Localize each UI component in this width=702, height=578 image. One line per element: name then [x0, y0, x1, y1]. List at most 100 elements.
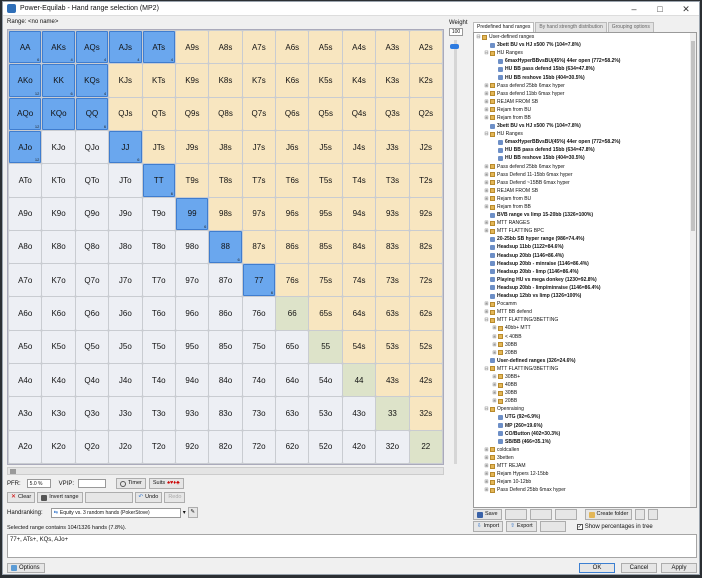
tab-predefined[interactable]: Predefined hand ranges	[473, 22, 535, 32]
save-button[interactable]: Save	[473, 509, 502, 520]
weight-slider-track[interactable]	[454, 40, 457, 464]
tree-folder[interactable]: ⊞ MTT BB defend	[474, 308, 696, 316]
tree-folder[interactable]: ⊟ HU Ranges	[474, 130, 696, 138]
hand-cell-jts[interactable]: JTs	[142, 130, 175, 164]
tree-folder[interactable]: ⊞ MTT FLATTING BPC	[474, 227, 696, 235]
hand-cell-86o[interactable]: 86o	[209, 297, 242, 330]
hand-cell-a4s[interactable]: A4s	[342, 31, 376, 64]
tree-folder[interactable]: ⊞ < 40BB	[474, 332, 696, 340]
hand-cell-52s[interactable]: 52s	[409, 330, 442, 364]
hand-cell-44[interactable]: 44	[342, 364, 376, 397]
invert-range-button[interactable]: Invert range	[37, 492, 83, 503]
hand-cell-t5o[interactable]: T5o	[142, 330, 175, 364]
tree-folder[interactable]: ⊞ Pass Defend ~15BB 6max hyper	[474, 179, 696, 187]
hand-cell-t2s[interactable]: T2s	[409, 164, 442, 197]
tree-range-item[interactable]: 3bett BU vs HJ x500 7% (104=7.8%)	[474, 41, 696, 49]
hand-cell-kto[interactable]: KTo	[42, 164, 75, 197]
tree-range-item[interactable]: HU BB reshove 15bb (404=30.5%)	[474, 73, 696, 81]
tree-folder[interactable]: ⊞ Pass Defend 25bb 6max hyper	[474, 486, 696, 494]
hand-cell-76o[interactable]: 76o	[242, 297, 276, 330]
options-button[interactable]: Options	[7, 563, 45, 573]
weight-slider-thumb[interactable]	[450, 44, 459, 49]
expand-icon[interactable]: ⊞	[484, 300, 489, 308]
hand-cell-q6o[interactable]: Q6o	[75, 297, 109, 330]
hand-cell-j5o[interactable]: J5o	[109, 330, 142, 364]
expand-icon[interactable]: ⊞	[492, 324, 497, 332]
hand-cell-kqs[interactable]: KQs 4	[75, 64, 109, 97]
grid-horizontal-scrollbar[interactable]	[7, 467, 444, 475]
close-button[interactable]: ✕	[673, 2, 699, 16]
hand-cell-j9o[interactable]: J9o	[109, 197, 142, 230]
hand-cell-q6s[interactable]: Q6s	[276, 97, 309, 130]
expand-icon[interactable]: ⊞	[484, 227, 489, 235]
hand-cell-94o[interactable]: 94o	[175, 364, 209, 397]
tree-range-item[interactable]: Headsup 20bb - minraise (1146=86.4%)	[474, 260, 696, 268]
collapse-icon[interactable]: ⊟	[484, 49, 489, 57]
hand-cell-j8o[interactable]: J8o	[109, 230, 142, 264]
hand-cell-a4o[interactable]: A4o	[9, 364, 42, 397]
hand-cell-t8o[interactable]: T8o	[142, 230, 175, 264]
hand-cell-q2o[interactable]: Q2o	[75, 430, 109, 463]
tree-range-item[interactable]: Playing HU vs mega donkey (1230=92.8%)	[474, 276, 696, 284]
hand-cell-63o[interactable]: 63o	[276, 397, 309, 430]
tree-range-item[interactable]: SB/BB (466=35.1%)	[474, 438, 696, 446]
edit-icon[interactable]: ✎	[187, 507, 198, 518]
hand-cell-a3o[interactable]: A3o	[9, 397, 42, 430]
expand-icon[interactable]: ⊞	[484, 454, 489, 462]
move-up-button[interactable]	[635, 509, 646, 520]
hand-cell-k8s[interactable]: K8s	[209, 64, 242, 97]
ranges-tree[interactable]: ⊟ User-defined ranges 3bett BU vs HJ x500 …	[473, 32, 697, 508]
tree-folder[interactable]: ⊞ REJAM FROM SB	[474, 98, 696, 106]
tree-range-item[interactable]: Headsup 20bb - limp/minraise (1146=86.4%…	[474, 284, 696, 292]
create-folder-button[interactable]: Create folder	[584, 509, 633, 520]
tree-folder[interactable]: ⊞ 30BB+	[474, 373, 696, 381]
show-percentages-checkbox[interactable]: ✓ Show percentages in tree	[576, 523, 653, 530]
hand-cell-k6o[interactable]: K6o	[42, 297, 75, 330]
hand-cell-k4o[interactable]: K4o	[42, 364, 75, 397]
hand-cell-72s[interactable]: 72s	[409, 264, 442, 297]
tree-folder[interactable]: ⊟ Openraising	[474, 405, 696, 413]
tree-folder[interactable]: ⊟ HU Ranges	[474, 49, 696, 57]
hand-cell-a9o[interactable]: A9o	[9, 197, 42, 230]
hand-cell-82o[interactable]: 82o	[209, 430, 242, 463]
hand-cell-a6o[interactable]: A6o	[9, 297, 42, 330]
range-text-field[interactable]: 77+, ATs+, KQs, AJo+	[7, 534, 697, 558]
hand-cell-t6s[interactable]: T6s	[276, 164, 309, 197]
hand-cell-j8s[interactable]: J8s	[209, 130, 242, 164]
hand-cell-a8s[interactable]: A8s	[209, 31, 242, 64]
apply-button[interactable]: Apply	[661, 563, 697, 573]
collapse-icon[interactable]: ⊟	[484, 405, 489, 413]
hand-cell-k2s[interactable]: K2s	[409, 64, 442, 97]
hand-cell-95o[interactable]: 95o	[175, 330, 209, 364]
expand-icon[interactable]: ⊞	[492, 373, 497, 381]
tree-range-item[interactable]: HU BB pass defend 15bb (634=47.8%)	[474, 146, 696, 154]
tree-folder[interactable]: ⊟ MTT FLATTING/3BETTING	[474, 365, 696, 373]
expand-icon[interactable]: ⊞	[484, 187, 489, 195]
timer-button[interactable]: Timer	[116, 478, 146, 489]
expand-icon[interactable]: ⊞	[492, 389, 497, 397]
hand-cell-52o[interactable]: 52o	[309, 430, 342, 463]
hand-cell-tt[interactable]: TT 6	[142, 164, 175, 197]
hand-cell-73s[interactable]: 73s	[376, 264, 409, 297]
hand-cell-ako[interactable]: AKo 12	[9, 64, 42, 97]
hand-cell-a5s[interactable]: A5s	[309, 31, 342, 64]
hand-cell-95s[interactable]: 95s	[309, 197, 342, 230]
hand-cell-kqo[interactable]: KQo	[42, 97, 75, 130]
pfr-input[interactable]: 5.0 %	[26, 479, 51, 488]
tree-folder[interactable]: ⊞ MTT REJAM	[474, 462, 696, 470]
hand-cell-92o[interactable]: 92o	[175, 430, 209, 463]
hand-cell-k5o[interactable]: K5o	[42, 330, 75, 364]
hand-cell-kjo[interactable]: KJo	[42, 130, 75, 164]
ok-button[interactable]: OK	[579, 563, 615, 573]
hand-cell-q5s[interactable]: Q5s	[309, 97, 342, 130]
hand-cell-t8s[interactable]: T8s	[209, 164, 242, 197]
hand-cell-j7s[interactable]: J7s	[242, 130, 276, 164]
hand-cell-92s[interactable]: 92s	[409, 197, 442, 230]
move-down-button[interactable]	[648, 509, 659, 520]
expand-icon[interactable]: ⊞	[484, 163, 489, 171]
hand-cell-77[interactable]: 77 6	[242, 264, 276, 297]
chevron-down-icon[interactable]: ▾	[183, 509, 186, 516]
expand-icon[interactable]: ⊞	[484, 462, 489, 470]
disabled-button-4[interactable]	[539, 521, 566, 532]
hand-cell-qjo[interactable]: QJo	[75, 130, 109, 164]
